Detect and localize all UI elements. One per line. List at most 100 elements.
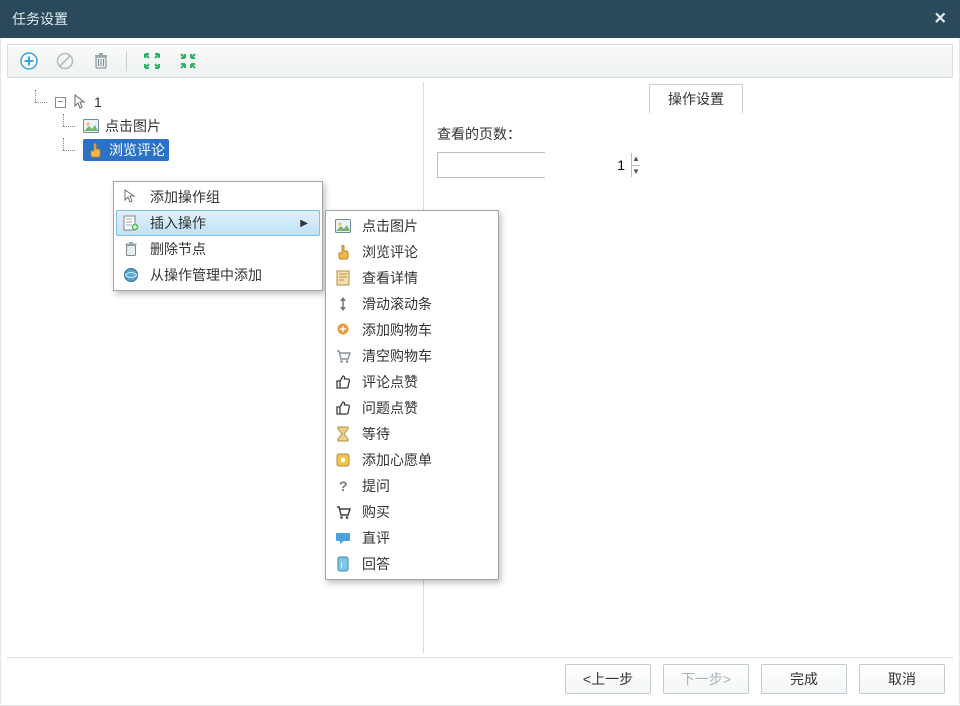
toolbar-expand-button[interactable] <box>141 50 163 72</box>
page-count-input[interactable] <box>438 153 631 177</box>
sub-item-label: 清空购物车 <box>362 346 484 366</box>
button-label: 取消 <box>888 669 916 689</box>
cancel-icon <box>56 52 74 70</box>
sub-item-label: 添加心愿单 <box>362 450 484 470</box>
scroll-icon <box>334 295 352 313</box>
next-button: 下一步> <box>663 664 749 694</box>
thumb-up-icon <box>334 373 352 391</box>
dialog-window: 任务设置 × <box>0 0 960 706</box>
thumb-up-icon <box>334 399 352 417</box>
button-label: <上一步 <box>583 669 633 689</box>
toolbar-separator <box>126 51 127 71</box>
button-label: 下一步> <box>681 669 731 689</box>
toolbar-delete-button[interactable] <box>90 50 112 72</box>
toolbar <box>7 44 953 78</box>
sub-item-label: 点击图片 <box>362 216 484 236</box>
photo-icon <box>83 118 99 134</box>
spinner-down[interactable]: ▼ <box>632 166 640 178</box>
tree-node-label: 点击图片 <box>105 116 161 136</box>
finish-button[interactable]: 完成 <box>761 664 847 694</box>
page-count-spinner[interactable]: ▲ ▼ <box>437 152 545 178</box>
sub-like-comment[interactable]: 评论点赞 <box>328 369 496 395</box>
sub-wait[interactable]: 等待 <box>328 421 496 447</box>
chat-bubble-icon <box>334 529 352 547</box>
sub-item-label: 浏览评论 <box>362 242 484 262</box>
field-label: 查看的页数： <box>437 124 545 144</box>
action-tree[interactable]: − 1 点击图片 <box>9 84 423 168</box>
svg-text:?: ? <box>339 478 348 494</box>
sub-buy[interactable]: 购买 <box>328 499 496 525</box>
sub-click-image[interactable]: 点击图片 <box>328 213 496 239</box>
sub-add-cart[interactable]: 添加购物车 <box>328 317 496 343</box>
sub-item-label: 问题点赞 <box>362 398 484 418</box>
tree-node-click-image[interactable]: 点击图片 <box>13 114 419 138</box>
prev-button[interactable]: <上一步 <box>565 664 651 694</box>
tree-root-label: 1 <box>94 94 102 110</box>
sub-direct-review[interactable]: 直评 <box>328 525 496 551</box>
toolbar-collapse-button[interactable] <box>177 50 199 72</box>
buy-cart-icon <box>334 503 352 521</box>
ctx-item-label: 删除节点 <box>150 239 308 259</box>
ctx-delete-node[interactable]: 删除节点 <box>116 236 320 262</box>
question-icon: ? <box>334 477 352 495</box>
tree-branch-line <box>57 138 77 162</box>
ctx-item-label: 从操作管理中添加 <box>150 265 308 285</box>
close-button[interactable]: × <box>934 8 946 31</box>
trash-icon <box>93 52 109 70</box>
title-bar: 任务设置 × <box>0 0 960 38</box>
dialog-title: 任务设置 <box>12 9 68 29</box>
sub-item-label: 购买 <box>362 502 484 522</box>
ctx-add-from-manager[interactable]: 从操作管理中添加 <box>116 262 320 288</box>
sub-browse-comments[interactable]: 浏览评论 <box>328 239 496 265</box>
detail-page-icon <box>334 269 352 287</box>
hourglass-icon <box>334 425 352 443</box>
spinner-buttons: ▲ ▼ <box>631 153 640 177</box>
spinner-up[interactable]: ▲ <box>632 153 640 166</box>
sub-answer[interactable]: i 回答 <box>328 551 496 577</box>
ctx-add-group[interactable]: 添加操作组 <box>116 184 320 210</box>
wishlist-icon <box>334 451 352 469</box>
sub-clear-cart[interactable]: 清空购物车 <box>328 343 496 369</box>
ctx-item-label: 添加操作组 <box>150 187 308 207</box>
insert-action-icon <box>122 214 140 232</box>
sub-ask[interactable]: ? 提问 <box>328 473 496 499</box>
sub-add-wishlist[interactable]: 添加心愿单 <box>328 447 496 473</box>
ctx-insert-action[interactable]: 插入操作 ▶ <box>116 210 320 236</box>
sub-item-label: 直评 <box>362 528 484 548</box>
tab-label: 操作设置 <box>668 89 724 109</box>
sub-view-details[interactable]: 查看详情 <box>328 265 496 291</box>
tab-operation-settings[interactable]: 操作设置 <box>649 84 743 114</box>
sub-item-label: 查看详情 <box>362 268 484 288</box>
submenu-arrow-icon: ▶ <box>300 218 308 229</box>
tree-node-label: 浏览评论 <box>109 140 165 160</box>
cancel-button[interactable]: 取消 <box>859 664 945 694</box>
tree-root[interactable]: − 1 <box>13 90 419 114</box>
hand-point-icon <box>87 142 103 158</box>
add-icon <box>20 52 38 70</box>
cursor-add-icon <box>122 188 140 206</box>
tree-branch-line <box>57 114 77 138</box>
context-menu[interactable]: 添加操作组 插入操作 ▶ 删除节点 从操作管理中添加 <box>113 181 323 291</box>
cart-clear-icon <box>334 347 352 365</box>
tree-expander[interactable]: − <box>55 97 66 108</box>
cursor-icon <box>72 94 88 110</box>
toolbar-cancel-button[interactable] <box>54 50 76 72</box>
hand-point-icon <box>334 243 352 261</box>
answer-icon: i <box>334 555 352 573</box>
dialog-footer: <上一步 下一步> 完成 取消 <box>7 657 953 699</box>
tree-node-browse-comments[interactable]: 浏览评论 <box>13 138 419 162</box>
toolbar-add-button[interactable] <box>18 50 40 72</box>
dialog-body: 操作设置 − 1 <box>0 38 960 706</box>
collapse-icon <box>179 52 197 70</box>
sub-scroll[interactable]: 滑动滚动条 <box>328 291 496 317</box>
sub-item-label: 提问 <box>362 476 484 496</box>
insert-action-submenu[interactable]: 点击图片 浏览评论 查看详情 滑动滚动条 添加购物车 清空购物车 <box>325 210 499 580</box>
tree-branch-line <box>29 90 49 114</box>
cart-add-icon <box>334 321 352 339</box>
expand-icon <box>143 52 161 70</box>
button-label: 完成 <box>790 669 818 689</box>
sub-like-question[interactable]: 问题点赞 <box>328 395 496 421</box>
page-count-field: 查看的页数： ▲ ▼ <box>437 124 545 178</box>
photo-icon <box>334 217 352 235</box>
sub-item-label: 评论点赞 <box>362 372 484 392</box>
